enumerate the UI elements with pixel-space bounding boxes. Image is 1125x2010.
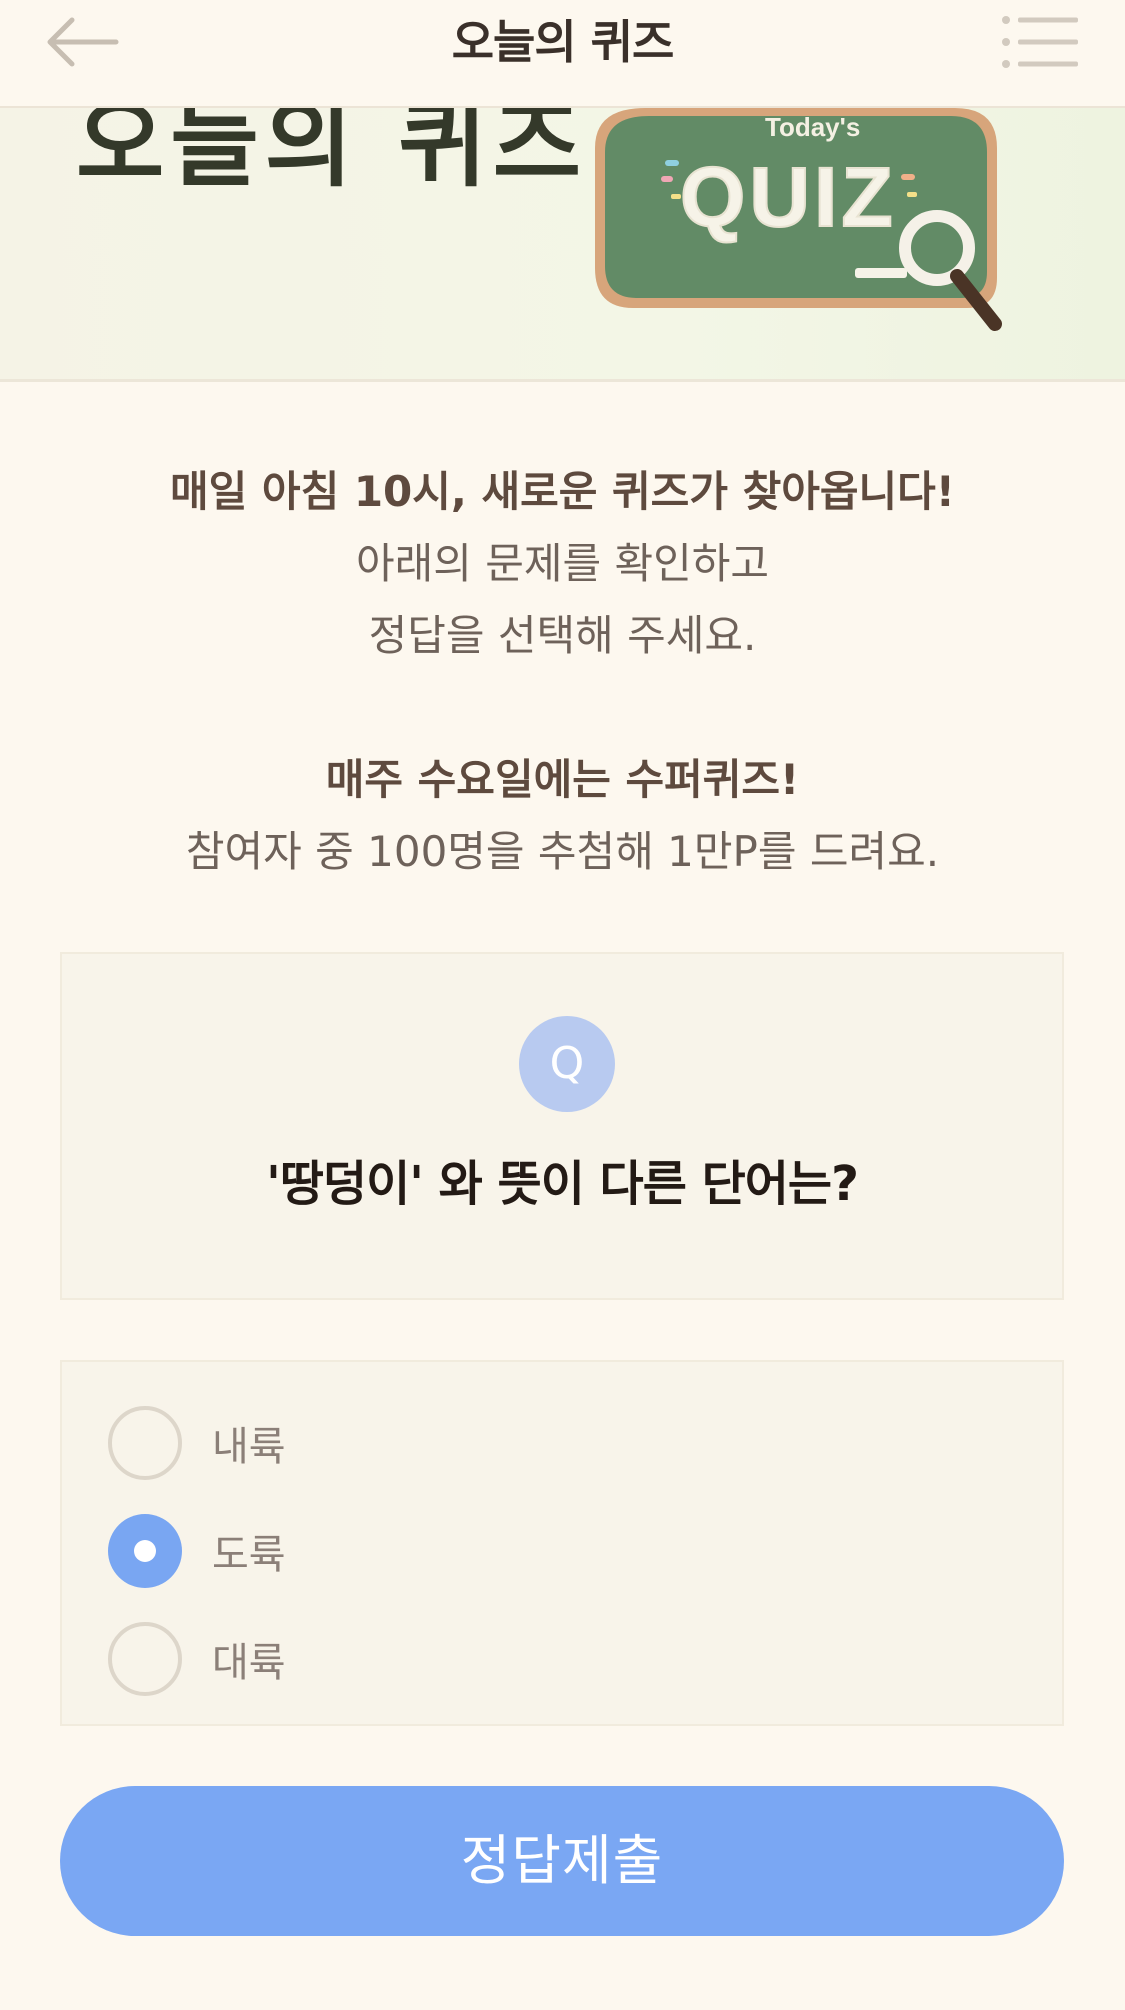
option-label: 도륙 bbox=[212, 1532, 286, 1578]
intro-headline: 매일 아침 10시, 새로운 퀴즈가 찾아옵니다! bbox=[170, 467, 955, 516]
super-quiz-headline: 매주 수요일에는 수퍼퀴즈! bbox=[325, 755, 800, 804]
question-card: Q '땅덩이' 와 뜻이 다른 단어는? bbox=[60, 952, 1064, 1300]
question-text: '땅덩이' 와 뜻이 다른 단어는? bbox=[266, 1156, 859, 1212]
quiz-banner: 오늘의 퀴즈 Today's QUIZ bbox=[0, 108, 1125, 382]
board-small-text: Today's bbox=[765, 112, 860, 142]
answer-options: 내륙 도륙 대륙 bbox=[60, 1360, 1064, 1726]
menu-button[interactable] bbox=[1000, 14, 1080, 70]
page-title: 오늘의 퀴즈 bbox=[451, 15, 675, 69]
option-3[interactable]: 대륙 bbox=[108, 1622, 1008, 1698]
option-radio-selected[interactable] bbox=[108, 1514, 182, 1588]
banner-title: 오늘의 퀴즈 bbox=[76, 108, 588, 200]
intro-text: 매일 아침 10시, 새로운 퀴즈가 찾아옵니다! 아래의 문제를 확인하고 정… bbox=[0, 456, 1125, 672]
submit-answer-button[interactable]: 정답제출 bbox=[60, 1786, 1064, 1936]
quiz-chalkboard-illustration: Today's QUIZ bbox=[595, 108, 1002, 331]
option-2[interactable]: 도륙 bbox=[108, 1514, 1008, 1590]
super-quiz-desc: 참여자 중 100명을 추첨해 1만P를 드려요. bbox=[185, 827, 940, 876]
super-quiz-text: 매주 수요일에는 수퍼퀴즈! 참여자 중 100명을 추첨해 1만P를 드려요. bbox=[0, 744, 1125, 888]
list-icon bbox=[1002, 16, 1078, 68]
option-radio[interactable] bbox=[108, 1622, 182, 1696]
intro-line-2: 아래의 문제를 확인하고 bbox=[355, 539, 770, 588]
option-label: 대륙 bbox=[212, 1640, 286, 1686]
app-header: 오늘의 퀴즈 bbox=[0, 0, 1125, 108]
option-1[interactable]: 내륙 bbox=[108, 1406, 1008, 1482]
option-radio[interactable] bbox=[108, 1406, 182, 1480]
question-badge: Q bbox=[519, 1016, 615, 1112]
board-big-text: QUIZ bbox=[680, 150, 897, 244]
option-label: 내륙 bbox=[212, 1424, 286, 1470]
intro-line-3: 정답을 선택해 주세요. bbox=[368, 611, 757, 660]
